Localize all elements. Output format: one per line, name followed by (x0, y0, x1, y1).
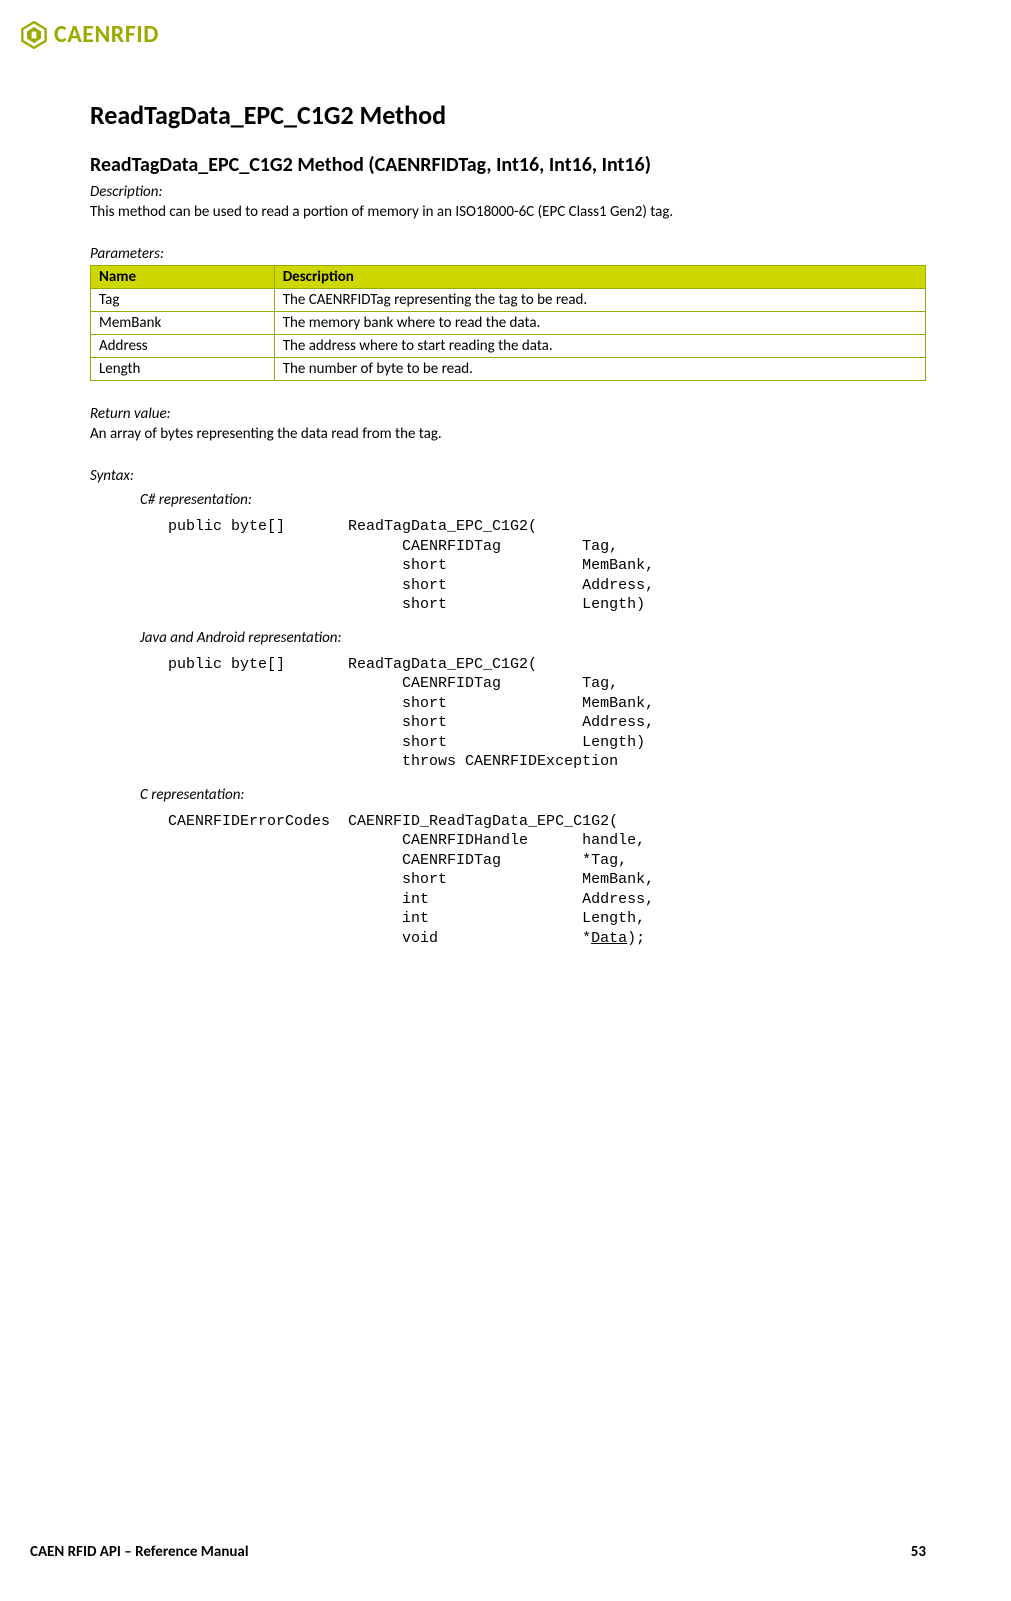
table-header-desc: Description (274, 266, 925, 289)
table-row: Length The number of byte to be read. (91, 358, 926, 381)
param-desc: The CAENRFIDTag representing the tag to … (274, 289, 925, 312)
table-row: Tag The CAENRFIDTag representing the tag… (91, 289, 926, 312)
footer-page-number: 53 (911, 1543, 926, 1561)
c-code: CAENRFIDErrorCodes CAENRFID_ReadTagData_… (168, 812, 926, 949)
param-desc: The memory bank where to read the data. (274, 312, 925, 335)
return-value-label: Return value: (90, 405, 926, 423)
parameters-table: Name Description Tag The CAENRFIDTag rep… (90, 265, 926, 381)
description-text: This method can be used to read a portio… (90, 203, 926, 221)
brand-logo: CAENRFID (20, 20, 926, 49)
param-name: MemBank (91, 312, 275, 335)
syntax-label: Syntax: (90, 467, 926, 485)
param-name: Length (91, 358, 275, 381)
parameters-label: Parameters: (90, 245, 926, 263)
param-desc: The address where to start reading the d… (274, 335, 925, 358)
return-value-text: An array of bytes representing the data … (90, 425, 926, 443)
table-row: Address The address where to start readi… (91, 335, 926, 358)
hexagon-icon (20, 21, 48, 49)
footer-manual-title: CAEN RFID API – Reference Manual (30, 1543, 249, 1561)
java-repr-label: Java and Android representation: (140, 629, 926, 647)
csharp-code: public byte[] ReadTagData_EPC_C1G2( CAEN… (168, 517, 926, 615)
page-footer: CAEN RFID API – Reference Manual 53 (30, 1543, 926, 1561)
param-name: Tag (91, 289, 275, 312)
java-code: public byte[] ReadTagData_EPC_C1G2( CAEN… (168, 655, 926, 772)
table-header-name: Name (91, 266, 275, 289)
c-repr-label: C representation: (140, 786, 926, 804)
param-name: Address (91, 335, 275, 358)
page-title: ReadTagData_EPC_C1G2 Method (90, 99, 926, 131)
description-label: Description: (90, 183, 926, 201)
param-desc: The number of byte to be read. (274, 358, 925, 381)
csharp-repr-label: C# representation: (140, 491, 926, 509)
brand-name: CAENRFID (54, 20, 159, 49)
method-signature-heading: ReadTagData_EPC_C1G2 Method (CAENRFIDTag… (90, 153, 926, 177)
table-row: MemBank The memory bank where to read th… (91, 312, 926, 335)
